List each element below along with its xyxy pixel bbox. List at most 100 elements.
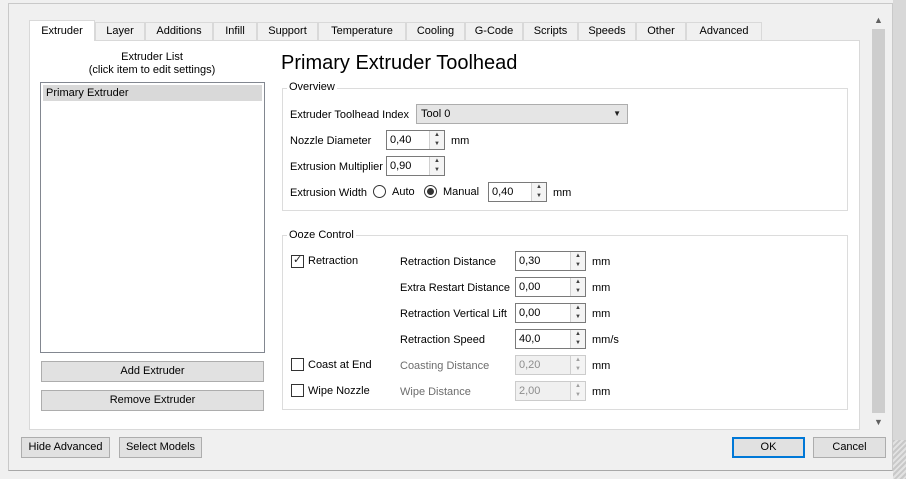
- triangle-down-icon[interactable]: ▼: [571, 287, 585, 296]
- spin-arrows[interactable]: ▲ ▼: [570, 278, 585, 296]
- background-grid: [893, 440, 906, 479]
- triangle-down-icon[interactable]: ▼: [532, 192, 546, 201]
- triangle-up-icon[interactable]: ▲: [571, 330, 585, 339]
- spin-arrows[interactable]: ▲ ▼: [429, 157, 444, 175]
- triangle-up-icon[interactable]: ▲: [430, 157, 444, 166]
- tab-additions[interactable]: Additions: [145, 22, 213, 40]
- wipe-distance-spinbox[interactable]: 2,00 ▲ ▼: [515, 381, 586, 401]
- retraction-speed-label: Retraction Speed: [400, 334, 485, 346]
- wipe-nozzle-checkbox[interactable]: [291, 384, 304, 397]
- triangle-up-icon[interactable]: ▲: [532, 183, 546, 192]
- coasting-distance-unit: mm: [592, 360, 611, 372]
- retraction-vertical-lift-value: 0,00: [519, 307, 541, 319]
- tab-scripts[interactable]: Scripts: [523, 22, 578, 40]
- coasting-distance-spinbox[interactable]: 0,20 ▲ ▼: [515, 355, 586, 375]
- retraction-distance-unit: mm: [592, 256, 611, 268]
- coasting-distance-value: 0,20: [519, 359, 541, 371]
- extrusion-width-auto-radio[interactable]: [373, 185, 386, 198]
- background-strip: [893, 0, 906, 479]
- extrusion-width-spinbox[interactable]: 0,40 ▲ ▼: [488, 182, 547, 202]
- toolhead-index-value: Tool 0: [421, 108, 451, 120]
- tab-other[interactable]: Other: [636, 22, 686, 40]
- triangle-down-icon[interactable]: ▼: [430, 140, 444, 149]
- tab-advanced[interactable]: Advanced: [686, 22, 762, 40]
- coast-at-end-label[interactable]: Coast at End: [308, 358, 372, 372]
- wipe-nozzle-label[interactable]: Wipe Nozzle: [308, 384, 370, 398]
- extra-restart-distance-unit: mm: [592, 282, 611, 294]
- spin-arrows[interactable]: ▲ ▼: [570, 252, 585, 270]
- remove-extruder-button[interactable]: Remove Extruder: [41, 390, 264, 411]
- extruder-list[interactable]: Primary Extruder: [40, 82, 265, 353]
- retraction-distance-label: Retraction Distance: [400, 256, 496, 268]
- coasting-distance-label: Coasting Distance: [400, 360, 490, 372]
- coast-at-end-checkbox[interactable]: [291, 358, 304, 371]
- tab-support[interactable]: Support: [257, 22, 318, 40]
- triangle-up-icon[interactable]: ▲: [571, 304, 585, 313]
- extrusion-multiplier-value: 0,90: [390, 160, 412, 172]
- triangle-up-icon[interactable]: ▲: [571, 382, 585, 391]
- tab-cooling[interactable]: Cooling: [406, 22, 465, 40]
- list-item[interactable]: Primary Extruder: [43, 85, 262, 101]
- chevron-down-icon[interactable]: ▼: [870, 414, 887, 430]
- nozzle-diameter-unit: mm: [451, 135, 470, 147]
- tab-layer[interactable]: Layer: [95, 22, 145, 40]
- triangle-down-icon[interactable]: ▼: [571, 339, 585, 348]
- triangle-up-icon[interactable]: ▲: [571, 356, 585, 365]
- triangle-down-icon[interactable]: ▼: [571, 261, 585, 270]
- triangle-down-icon[interactable]: ▼: [571, 391, 585, 400]
- extruder-list-title-line1: Extruder List: [121, 51, 183, 63]
- spin-arrows[interactable]: ▲ ▼: [429, 131, 444, 149]
- nozzle-diameter-value: 0,40: [390, 134, 412, 146]
- spin-arrows[interactable]: ▲ ▼: [531, 183, 546, 201]
- triangle-down-icon[interactable]: ▼: [571, 365, 585, 374]
- extrusion-width-unit: mm: [553, 187, 572, 199]
- tab-infill[interactable]: Infill: [213, 22, 257, 40]
- chevron-up-icon[interactable]: ▲: [870, 12, 887, 28]
- extra-restart-distance-label: Extra Restart Distance: [400, 282, 511, 294]
- triangle-up-icon[interactable]: ▲: [571, 252, 585, 261]
- extrusion-width-manual-radio[interactable]: [424, 185, 437, 198]
- spin-arrows[interactable]: ▲ ▼: [570, 382, 585, 400]
- wipe-distance-value: 2,00: [519, 385, 541, 397]
- retraction-vertical-lift-spinbox[interactable]: 0,00 ▲ ▼: [515, 303, 586, 323]
- triangle-down-icon: ▼: [613, 109, 621, 118]
- retraction-speed-value: 40,0: [519, 333, 541, 345]
- page-title: Primary Extruder Toolhead: [281, 52, 518, 74]
- scrollbar-thumb[interactable]: [872, 29, 885, 413]
- retraction-checkbox[interactable]: ✓: [291, 254, 304, 268]
- retraction-label[interactable]: Retraction: [308, 254, 358, 268]
- extra-restart-distance-spinbox[interactable]: 0,00 ▲ ▼: [515, 277, 586, 297]
- toolhead-index-select[interactable]: Tool 0 ▼: [416, 104, 628, 124]
- spin-arrows[interactable]: ▲ ▼: [570, 356, 585, 374]
- triangle-up-icon[interactable]: ▲: [571, 278, 585, 287]
- tab-gcode[interactable]: G-Code: [465, 22, 523, 40]
- extrusion-multiplier-spinbox[interactable]: 0,90 ▲ ▼: [386, 156, 445, 176]
- radio-selected-dot: [427, 188, 434, 195]
- hide-advanced-button[interactable]: Hide Advanced: [21, 437, 110, 458]
- cancel-button[interactable]: Cancel: [813, 437, 886, 458]
- vertical-scrollbar[interactable]: ▲ ▼: [870, 12, 887, 430]
- tab-speeds[interactable]: Speeds: [578, 22, 636, 40]
- spin-arrows[interactable]: ▲ ▼: [570, 330, 585, 348]
- extra-restart-distance-value: 0,00: [519, 281, 541, 293]
- extrusion-width-label: Extrusion Width: [290, 187, 368, 199]
- tab-extruder[interactable]: Extruder: [29, 20, 95, 41]
- retraction-vertical-lift-label: Retraction Vertical Lift: [400, 308, 507, 320]
- extrusion-width-auto-label[interactable]: Auto: [392, 185, 415, 199]
- spin-arrows[interactable]: ▲ ▼: [570, 304, 585, 322]
- triangle-down-icon[interactable]: ▼: [571, 313, 585, 322]
- triangle-down-icon[interactable]: ▼: [430, 166, 444, 175]
- tab-temperature[interactable]: Temperature: [318, 22, 406, 40]
- extrusion-width-manual-label[interactable]: Manual: [443, 185, 479, 199]
- select-models-button[interactable]: Select Models: [119, 437, 202, 458]
- extruder-list-title-line2: (click item to edit settings): [88, 64, 216, 76]
- nozzle-diameter-spinbox[interactable]: 0,40 ▲ ▼: [386, 130, 445, 150]
- retraction-speed-spinbox[interactable]: 40,0 ▲ ▼: [515, 329, 586, 349]
- retraction-distance-spinbox[interactable]: 0,30 ▲ ▼: [515, 251, 586, 271]
- triangle-up-icon[interactable]: ▲: [430, 131, 444, 140]
- add-extruder-button[interactable]: Add Extruder: [41, 361, 264, 382]
- retraction-vertical-lift-unit: mm: [592, 308, 611, 320]
- extrusion-width-value: 0,40: [492, 186, 514, 198]
- extruder-list-title: Extruder List (click item to edit settin…: [40, 51, 264, 77]
- ok-button[interactable]: OK: [732, 437, 805, 458]
